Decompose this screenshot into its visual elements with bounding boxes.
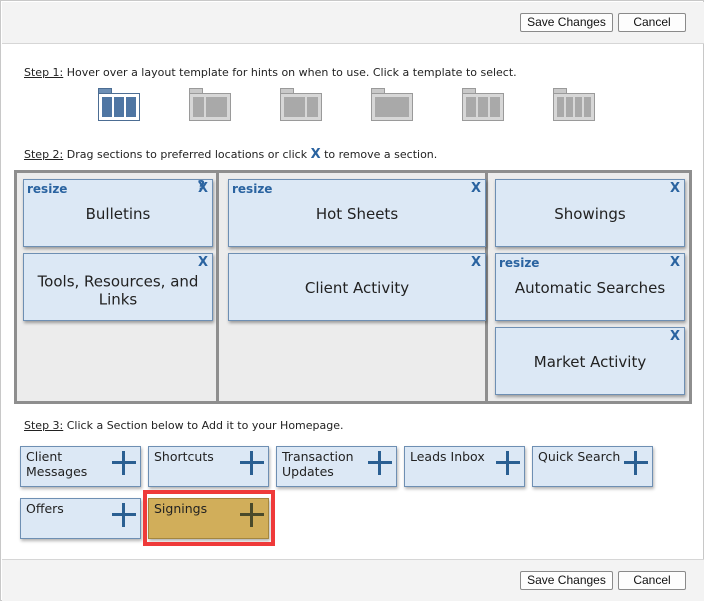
tile-quick-search[interactable]: Quick Search bbox=[532, 446, 653, 487]
section-title: Bulletins bbox=[85, 204, 151, 223]
section-showings[interactable]: X Showings bbox=[495, 179, 685, 247]
plus-icon bbox=[368, 451, 392, 475]
section-bulletins[interactable]: resize ? X Bulletins bbox=[23, 179, 213, 247]
column-1: resize ? X Bulletins X Tools, Resources,… bbox=[17, 173, 219, 401]
section-title: Showings bbox=[554, 204, 626, 223]
plus-icon bbox=[240, 451, 264, 475]
remove-section-icon[interactable]: X bbox=[198, 181, 208, 196]
tile-label: Client Messages bbox=[26, 449, 88, 479]
tile-label: Shortcuts bbox=[154, 449, 214, 464]
template-2col[interactable] bbox=[187, 88, 233, 123]
resize-link[interactable]: resize bbox=[232, 182, 272, 196]
remove-section-icon[interactable]: X bbox=[670, 329, 680, 344]
plus-icon bbox=[112, 503, 136, 527]
top-toolbar: Save Changes Cancel bbox=[2, 2, 704, 44]
step2-label: Step 2: bbox=[24, 148, 64, 161]
tile-label: Signings bbox=[154, 501, 208, 516]
remove-section-icon[interactable]: X bbox=[198, 255, 208, 270]
tile-client-messages[interactable]: Client Messages bbox=[20, 446, 141, 487]
column-3: X Showings resize X Automatic Searches X… bbox=[491, 173, 689, 401]
section-tools-resources-links[interactable]: X Tools, Resources, and Links bbox=[23, 253, 213, 321]
tile-leads-inbox[interactable]: Leads Inbox bbox=[404, 446, 525, 487]
remove-section-icon[interactable]: X bbox=[471, 255, 481, 270]
save-changes-button-bottom[interactable]: Save Changes bbox=[520, 571, 613, 590]
step2-instructions: Step 2: Drag sections to preferred locat… bbox=[24, 147, 437, 162]
bottom-toolbar: Save Changes Cancel bbox=[2, 559, 704, 601]
tile-offers[interactable]: Offers bbox=[20, 498, 141, 539]
tile-signings[interactable]: Signings bbox=[148, 498, 269, 539]
template-1col[interactable] bbox=[369, 88, 415, 123]
step2-text-after: to remove a section. bbox=[320, 148, 438, 161]
remove-section-icon[interactable]: X bbox=[670, 181, 680, 196]
section-title: Tools, Resources, and Links bbox=[37, 272, 199, 309]
save-changes-button-top[interactable]: Save Changes bbox=[520, 13, 613, 32]
resize-link[interactable]: resize bbox=[27, 182, 67, 196]
template-3col[interactable] bbox=[460, 88, 506, 123]
layout-editor-dialog: Save Changes Cancel Step 1: Hover over a… bbox=[0, 0, 704, 601]
step1-label: Step 1: bbox=[24, 66, 64, 79]
plus-icon bbox=[496, 451, 520, 475]
plus-icon bbox=[624, 451, 648, 475]
section-market-activity[interactable]: X Market Activity bbox=[495, 327, 685, 395]
section-hot-sheets[interactable]: resize X Hot Sheets bbox=[228, 179, 486, 247]
tile-label: Transaction Updates bbox=[282, 449, 354, 479]
tile-label: Quick Search bbox=[538, 449, 621, 464]
section-title: Market Activity bbox=[533, 352, 647, 371]
step3-text: Click a Section below to Add it to your … bbox=[63, 419, 344, 432]
remove-section-icon[interactable]: X bbox=[471, 181, 481, 196]
remove-x-icon: X bbox=[310, 147, 321, 162]
tile-shortcuts[interactable]: Shortcuts bbox=[148, 446, 269, 487]
template-3col-wide-left[interactable] bbox=[96, 88, 142, 123]
template-2col-alt[interactable] bbox=[278, 88, 324, 123]
column-2: resize X Hot Sheets X Client Activity bbox=[222, 173, 488, 401]
step3-label: Step 3: bbox=[24, 419, 64, 432]
plus-icon bbox=[112, 451, 136, 475]
remove-section-icon[interactable]: X bbox=[670, 255, 680, 270]
section-title: Client Activity bbox=[304, 278, 410, 297]
section-automatic-searches[interactable]: resize X Automatic Searches bbox=[495, 253, 685, 321]
section-title: Automatic Searches bbox=[514, 278, 666, 297]
layout-area: resize ? X Bulletins X Tools, Resources,… bbox=[14, 170, 692, 404]
cancel-button-bottom[interactable]: Cancel bbox=[618, 571, 686, 590]
step1-instructions: Step 1: Hover over a layout template for… bbox=[24, 66, 517, 79]
tile-label: Leads Inbox bbox=[410, 449, 485, 464]
step3-instructions: Step 3: Click a Section below to Add it … bbox=[24, 419, 344, 432]
step2-text-before: Drag sections to preferred locations or … bbox=[63, 148, 311, 161]
resize-link[interactable]: resize bbox=[499, 256, 539, 270]
cancel-button-top[interactable]: Cancel bbox=[618, 13, 686, 32]
template-4col[interactable] bbox=[551, 88, 597, 123]
tile-transaction-updates[interactable]: Transaction Updates bbox=[276, 446, 397, 487]
section-client-activity[interactable]: X Client Activity bbox=[228, 253, 486, 321]
plus-icon bbox=[240, 503, 264, 527]
tile-label: Offers bbox=[26, 501, 64, 516]
step1-text: Hover over a layout template for hints o… bbox=[63, 66, 517, 79]
section-title: Hot Sheets bbox=[315, 204, 399, 223]
